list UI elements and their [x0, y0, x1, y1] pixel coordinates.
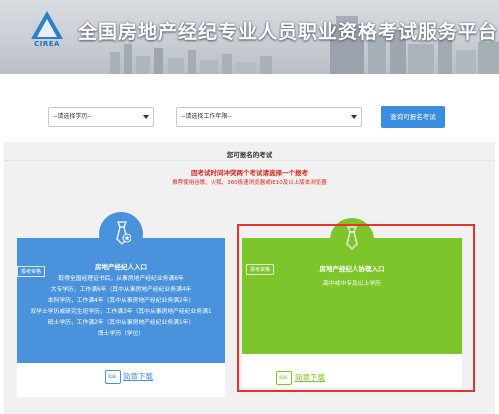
chevron-down-icon	[143, 115, 149, 119]
query-exams-button[interactable]: 查询可报名考试	[381, 106, 445, 128]
site-header: CIREA 全国房地产经纪专业人员职业资格考试服务平台	[0, 0, 499, 74]
site-title: 全国房地产经纪专业人员职业资格考试服务平台	[78, 21, 499, 43]
requirement-line: 取得全国经理证书后，从事房地产经纪业务满6年	[58, 276, 184, 282]
tie-icon	[116, 221, 131, 245]
divider	[4, 160, 495, 161]
broker-card: 报考资格 房地产经纪人入口 取得全国经理证书后，从事房地产经纪业务满6年 大专学…	[17, 212, 225, 397]
broker-entry-heading[interactable]: 房地产经纪人入口	[17, 261, 225, 271]
exam-conflict-notice: 因考试时间冲突两个考试请选择一个报考	[191, 169, 308, 177]
requirement-line: 双学士学历或研究生班学历，工作满3年（其中从事房地产经纪业务满1	[30, 309, 212, 315]
card-footer	[17, 363, 225, 397]
requirement-line: 大专学历，工作满6年（其中从事房地产经纪业务满4年	[50, 287, 192, 293]
education-select[interactable]: --请选择学历--	[48, 107, 154, 127]
education-select-value: --请选择学历--	[53, 113, 92, 120]
chevron-down-icon	[351, 115, 357, 119]
work-years-select[interactable]: --请选择工作年限--	[176, 107, 362, 127]
brochure-download-link[interactable]: 简章下载	[123, 371, 153, 382]
requirement-line: 本科学历，工作满4年（其中从事房地产经纪业务满2年）	[47, 298, 195, 304]
brochure-icon: 简章	[105, 370, 121, 384]
filter-bar: --请选择学历-- --请选择工作年限-- 查询可报名考试	[0, 104, 499, 130]
panel-title: 您可报名的考试	[226, 151, 273, 159]
highlight-box-annotation	[237, 224, 475, 392]
browser-tip: 推荐使用谷歌、火狐、360极速浏览器或IE10及以上版本浏览器	[172, 180, 327, 186]
cirea-logo-icon	[31, 11, 63, 39]
requirement-line: 硕士学历，工作满2年（其中从事房地产经纪业务满1年）	[47, 320, 195, 326]
requirement-line: 博士学历（学位）	[97, 331, 145, 337]
work-years-select-value: --请选择工作年限--	[181, 113, 232, 120]
logo-text: CIREA	[34, 40, 60, 48]
